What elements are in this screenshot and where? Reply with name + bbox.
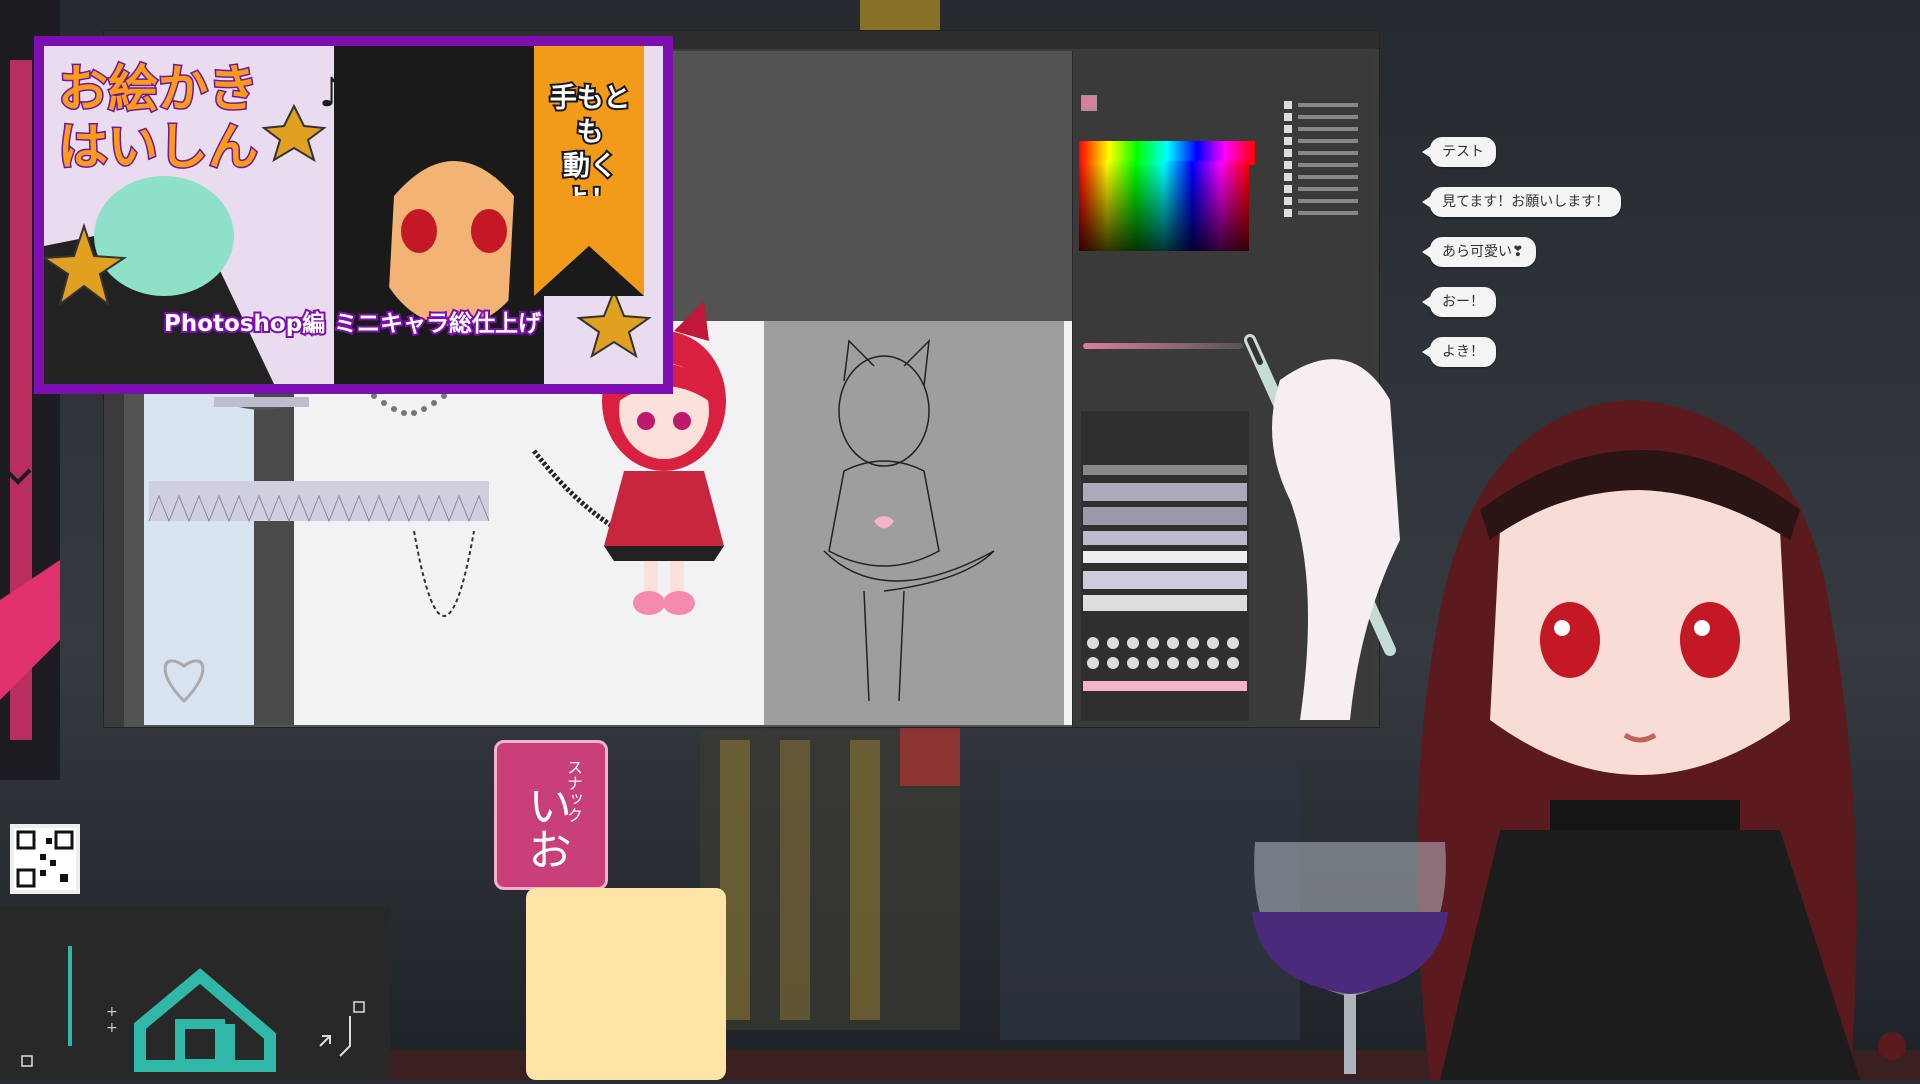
banner-artwork: ♪ ♪ お絵かき はいしん 手もとも 動くよ！ Photoshop編 ミニキャラ…: [44, 46, 663, 384]
wine-glass: [1252, 842, 1448, 1074]
house-logo-icon: + +: [21, 946, 365, 1072]
snack-sign: スナック いお: [494, 740, 608, 890]
color-spectrum[interactable]: [1079, 161, 1249, 251]
vtuber-avatar: [1417, 400, 1860, 1080]
chat-message: 見てます！お願いします！: [1421, 187, 1622, 217]
chat-message: あら可愛い❣: [1422, 237, 1536, 267]
svg-text:+: +: [106, 1020, 118, 1036]
banner-title-line2: はいしん: [57, 117, 260, 178]
ribbon-notch: [534, 196, 644, 296]
sign-big-text: いお: [520, 783, 571, 871]
ribbon-line1: 手もとも: [548, 81, 632, 150]
character-sketch: [823, 338, 995, 702]
chat-message: テスト: [1422, 137, 1496, 167]
sketch-layer: [764, 321, 1064, 725]
logo-panel: + +: [0, 906, 390, 1080]
banner-ribbon: 手もとも 動くよ！: [534, 46, 644, 296]
foreground-color-swatch[interactable]: [1081, 95, 1097, 111]
avatar-icon: [1878, 1032, 1906, 1060]
opacity-slider[interactable]: [1083, 343, 1243, 349]
banner-tag-mini-chara: ミニキャラ総仕上げ: [332, 309, 543, 339]
brush-presets-panel[interactable]: [1081, 411, 1249, 721]
svg-text:+: +: [106, 1004, 118, 1020]
color-picker[interactable]: [1079, 85, 1255, 221]
banner-tag-photoshop: Photoshop編: [162, 309, 327, 339]
svg-text:♪: ♪: [319, 70, 345, 116]
layers-panel[interactable]: [1254, 61, 1374, 221]
glowing-cube: [526, 888, 726, 1080]
chat-message: おー！: [1422, 287, 1496, 317]
stream-thumbnail-banner: ♪ ♪ お絵かき はいしん 手もとも 動くよ！ Photoshop編 ミニキャラ…: [34, 36, 673, 394]
qr-code[interactable]: [10, 824, 80, 894]
banner-title: お絵かき はいしん: [57, 59, 260, 178]
chat-message: よき！: [1422, 337, 1496, 367]
banner-title-line1: お絵かき: [57, 59, 260, 120]
